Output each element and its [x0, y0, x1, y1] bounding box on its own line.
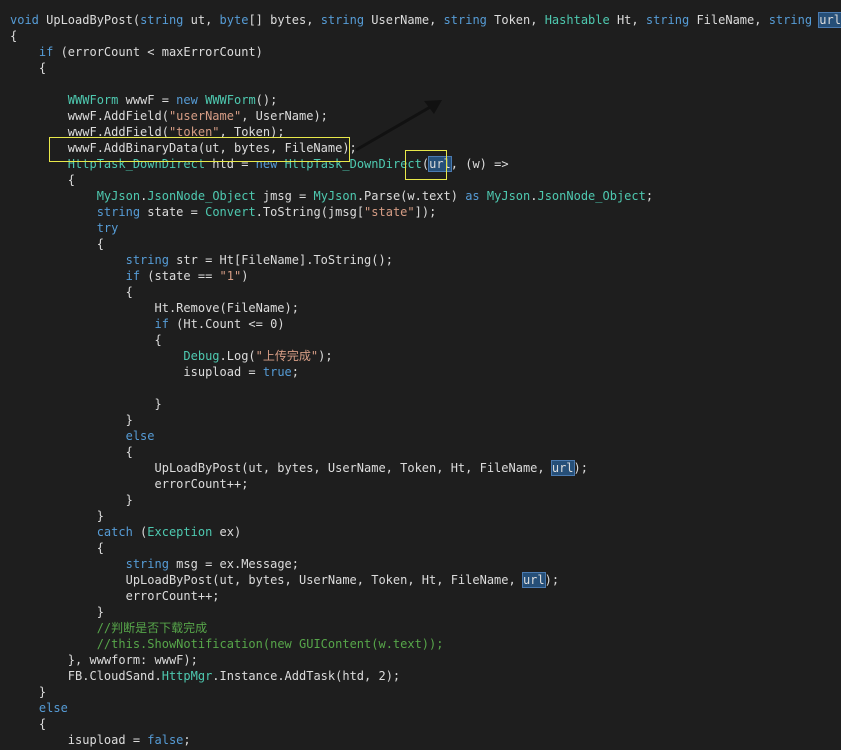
arrow-head: [424, 100, 442, 114]
annotation-arrow: [355, 100, 442, 152]
arrow-shaft: [355, 104, 433, 152]
